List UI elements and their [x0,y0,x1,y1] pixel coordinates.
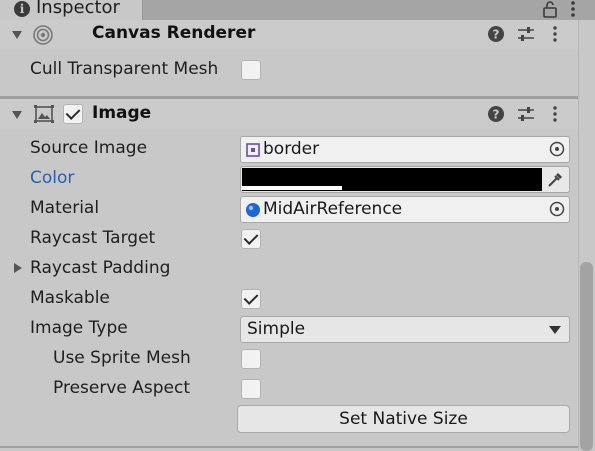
canvas-renderer-title: Canvas Renderer [92,23,256,43]
maskable-checkbox[interactable] [241,289,261,309]
image-type-dropdown[interactable]: Simple [240,316,570,343]
set-native-size-button[interactable]: Set Native Size [237,405,570,433]
object-picker-icon[interactable] [549,201,565,217]
inspector-tab[interactable]: i Inspector [0,0,143,20]
use-sprite-mesh-checkbox[interactable] [241,349,261,369]
cull-transparent-mesh-label: Cull Transparent Mesh [30,59,219,79]
image-component-title: Image [92,103,152,123]
material-ball-icon [246,203,260,217]
maskable-label: Maskable [30,288,110,308]
canvas-renderer-header[interactable]: Canvas Renderer ? [0,20,578,50]
presets-icon[interactable] [516,105,536,123]
component-divider [0,446,578,448]
image-component-icon [34,105,54,123]
source-image-label: Source Image [30,138,148,158]
preserve-aspect-checkbox[interactable] [241,379,261,399]
cull-transparent-mesh-checkbox[interactable] [241,60,261,80]
help-icon[interactable]: ? [487,105,505,123]
source-image-field[interactable]: border [240,136,570,163]
dropdown-arrow-icon [549,326,561,334]
svg-text:?: ? [493,28,500,42]
use-sprite-mesh-label: Use Sprite Mesh [53,348,191,368]
object-picker-icon[interactable] [549,141,565,157]
tab-menu-icon[interactable] [566,0,580,18]
image-enabled-checkbox[interactable] [63,104,83,124]
scrollbar-thumb[interactable] [580,262,593,451]
sprite-icon [246,143,260,157]
material-field[interactable]: MidAirReference [240,196,570,223]
image-type-label: Image Type [30,318,128,338]
help-icon[interactable]: ? [487,25,505,43]
raycast-target-label: Raycast Target [30,228,156,248]
preserve-aspect-label: Preserve Aspect [53,378,191,398]
component-menu-icon[interactable] [550,25,560,43]
material-label: Material [30,198,100,218]
image-type-value: Simple [247,319,306,339]
color-label: Color [30,168,75,188]
foldout-collapsed-icon[interactable] [13,262,23,274]
presets-icon[interactable] [516,25,536,43]
component-menu-icon[interactable] [550,105,560,123]
inspector-tab-title: Inspector [36,0,120,18]
raycast-padding-label[interactable]: Raycast Padding [30,258,170,278]
canvas-renderer-icon [33,25,53,45]
eyedropper-icon[interactable] [545,170,565,190]
lock-icon[interactable] [540,0,560,18]
alpha-bar [242,186,342,190]
foldout-expanded-icon[interactable] [11,30,23,40]
info-icon: i [14,1,30,17]
color-field[interactable] [240,166,570,193]
raycast-target-checkbox[interactable] [241,229,261,249]
source-image-value: border [263,139,320,159]
svg-text:?: ? [493,108,500,122]
image-component-header[interactable]: Image ? [0,98,578,130]
material-value: MidAirReference [263,199,403,219]
foldout-expanded-icon[interactable] [11,110,23,120]
